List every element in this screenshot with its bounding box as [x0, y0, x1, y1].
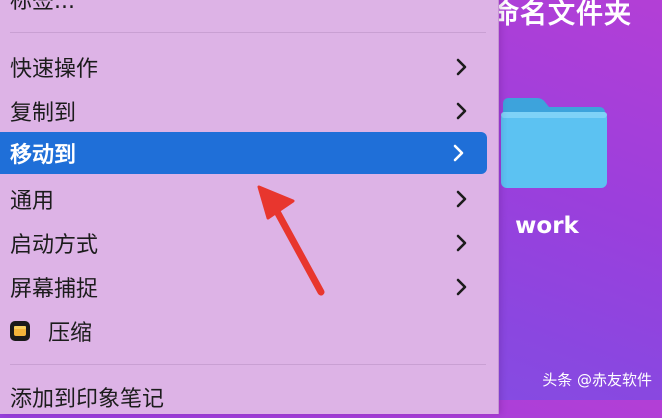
red-arrow-annotation — [257, 185, 325, 296]
